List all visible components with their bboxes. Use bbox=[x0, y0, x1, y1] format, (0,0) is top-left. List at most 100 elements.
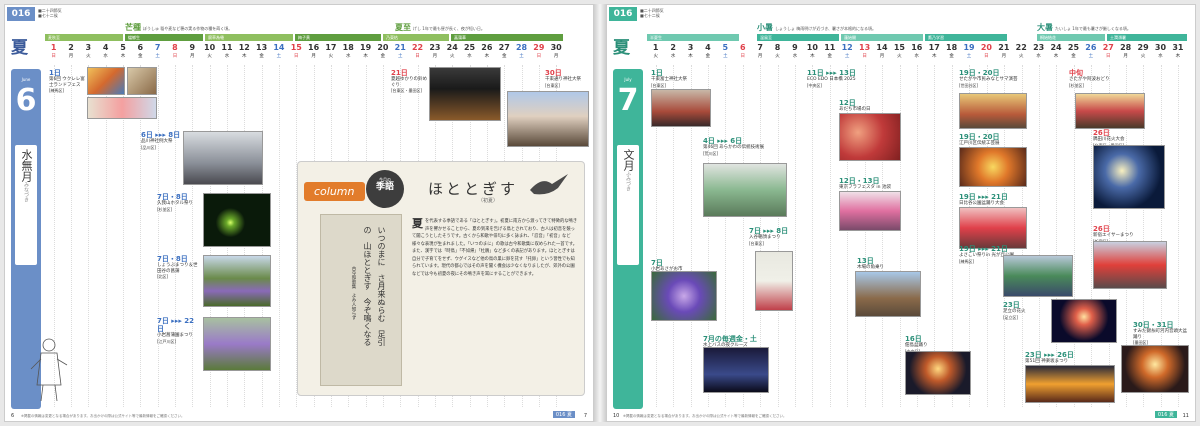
weekday: 土 bbox=[397, 54, 403, 59]
event-6: 7日・8日 しょうぶまつり＆世田谷の菖蒲 [北区] bbox=[157, 255, 198, 279]
month-english: June bbox=[21, 77, 31, 82]
weekday: 火 bbox=[449, 54, 455, 59]
calendar-day: 10 火 bbox=[201, 43, 218, 65]
calendar-day: 16 水 bbox=[908, 43, 925, 65]
weekday: 日 bbox=[984, 54, 989, 59]
day-number: 9 bbox=[189, 43, 196, 52]
day-number: 5 bbox=[722, 43, 729, 52]
day-number: 3 bbox=[687, 43, 694, 52]
calendar-day: 5土 bbox=[717, 43, 734, 65]
weekday: 木 bbox=[242, 54, 247, 59]
day-number: 26 bbox=[1085, 43, 1097, 52]
page-number: 11 bbox=[1182, 413, 1189, 419]
weekday: 月 bbox=[757, 54, 763, 59]
calendar-day: 27 日 bbox=[1100, 43, 1117, 65]
event-5: 7日・8日 久我山ホタル祭り [杉並区] bbox=[157, 193, 193, 212]
weekday: 水 bbox=[103, 54, 108, 59]
photo bbox=[1121, 345, 1189, 393]
weekday: 木 bbox=[1175, 54, 1181, 59]
term-bar: 麦秋至 bbox=[45, 34, 123, 41]
day-gridline bbox=[829, 65, 831, 407]
term-bar: 菖蒲華 bbox=[451, 34, 563, 41]
weekday: 火 bbox=[1140, 54, 1146, 59]
weekday: 火 bbox=[775, 54, 780, 59]
right-page: 016 ■二十四節気 ■七十二候 夏 小暑 しょうしょ 梅雨明けが近づき、暑さが本… bbox=[606, 4, 1196, 422]
day-number: 14 bbox=[876, 43, 888, 52]
weekday: 土 bbox=[844, 54, 850, 59]
bird-illustration bbox=[530, 174, 568, 195]
day-number: 24 bbox=[446, 43, 458, 52]
day-number: 25 bbox=[1067, 43, 1080, 52]
day-number: 9 bbox=[792, 43, 798, 52]
footer-note: ※掲載の情報は変更となる場合があります。お出かけの際は公式サイト等で最新情報をご… bbox=[623, 414, 787, 418]
day-number: 21 bbox=[998, 43, 1010, 52]
weekday: 水 bbox=[1158, 54, 1163, 59]
weekday: 火 bbox=[207, 54, 212, 59]
day-number: 5 bbox=[120, 43, 126, 52]
weekday: 日 bbox=[536, 54, 542, 59]
weekday: 火 bbox=[897, 54, 902, 59]
weekday: 木 bbox=[1053, 54, 1059, 59]
photo bbox=[651, 89, 711, 127]
calendar-day: 6日 bbox=[734, 43, 751, 65]
photo bbox=[1003, 255, 1073, 297]
calendar-day: 3火 bbox=[80, 43, 97, 65]
weekday: 土 bbox=[1088, 54, 1094, 59]
day-gridline bbox=[192, 65, 194, 407]
weekday: 月 bbox=[553, 54, 559, 59]
event: 23日 足立の花火 [足立区] bbox=[1003, 301, 1026, 320]
calendar-day: 9月 bbox=[184, 43, 201, 65]
calendar-day: 28 土 bbox=[513, 43, 530, 65]
photo bbox=[703, 347, 769, 393]
term-bar: 乃東枯 bbox=[383, 34, 449, 41]
event: 7日 ▸▸▸ 8日 入谷朝顔まつり [台東区] bbox=[749, 227, 789, 246]
calendar-day: 5木 bbox=[114, 43, 131, 65]
day-number: 22 bbox=[411, 43, 424, 52]
calendar-day: 7月 bbox=[751, 43, 768, 65]
weekday: 木 bbox=[688, 54, 693, 59]
page-number: 6 bbox=[11, 413, 15, 419]
weekday: 月 bbox=[311, 54, 316, 59]
month-english: July bbox=[624, 77, 632, 82]
month-number: 6 bbox=[15, 83, 37, 118]
calendar-day: 18 金 bbox=[943, 43, 960, 65]
weekday: 水 bbox=[224, 54, 230, 59]
day-number: 28 bbox=[515, 43, 528, 52]
weekday: 土 bbox=[519, 54, 524, 59]
calendar-day: 4水 bbox=[97, 43, 114, 65]
term-bar: 蓮始開 bbox=[841, 34, 923, 41]
photo bbox=[839, 191, 901, 231]
photo bbox=[1075, 93, 1145, 129]
event: 中旬 さたがや阿波おどり [杉並区] bbox=[1069, 69, 1110, 88]
weekday: 月 bbox=[190, 54, 195, 59]
term-bar: 桐始結花 bbox=[1037, 34, 1105, 41]
photo bbox=[1025, 365, 1115, 403]
calendar-day: 12 土 bbox=[838, 43, 855, 65]
day-number: 18 bbox=[946, 43, 958, 52]
calendar-day: 20 金 bbox=[374, 43, 391, 65]
day-number: 11 bbox=[824, 43, 836, 52]
month-japanese: 水無月みなづき bbox=[15, 145, 37, 265]
calendar-day: 3木 bbox=[682, 43, 699, 65]
photo bbox=[127, 67, 157, 95]
calendar-day: 28 月 bbox=[1117, 43, 1134, 65]
calendar-day: 24 木 bbox=[1047, 43, 1064, 65]
day-number: 30 bbox=[550, 43, 562, 52]
day-number: 7 bbox=[154, 43, 161, 52]
day-number: 12 bbox=[841, 43, 853, 52]
sekki-2: 大暑 たいしょ 1年で最も暑さが厳しくなる頃。 bbox=[1037, 23, 1131, 32]
photo bbox=[429, 67, 501, 121]
day-number: 10 bbox=[204, 43, 216, 52]
photo bbox=[507, 91, 589, 147]
event: 11日 ▸▸▸ 13日 ECO EDO 日本橋 2025 [中央区] bbox=[807, 69, 856, 88]
column-tag: column bbox=[304, 182, 365, 201]
weekday: 水 bbox=[792, 54, 798, 59]
day-number: 1 bbox=[652, 43, 659, 52]
calendar-day: 25 水 bbox=[461, 43, 478, 65]
calendar-day: 21 土 bbox=[392, 43, 409, 65]
calendar-day: 23 水 bbox=[1030, 43, 1047, 65]
day-number: 8 bbox=[774, 43, 781, 52]
day-number: 7 bbox=[757, 43, 763, 52]
calendar-day: 2水 bbox=[664, 43, 681, 65]
season-label: 夏 bbox=[11, 38, 28, 58]
